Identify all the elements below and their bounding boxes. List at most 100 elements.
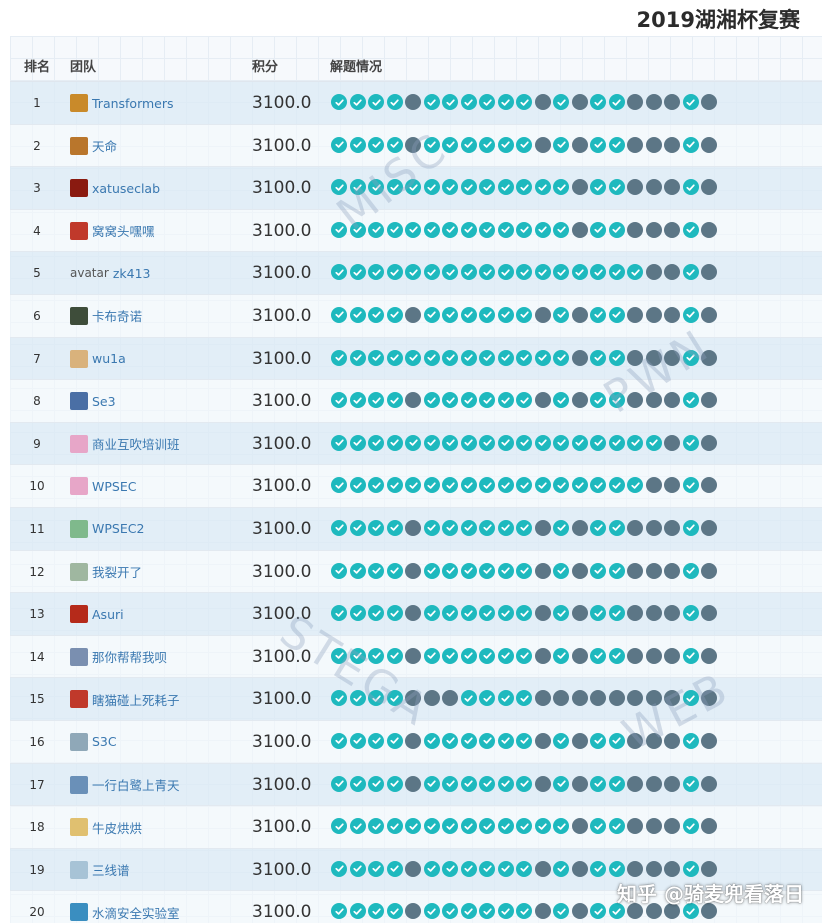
unsolved-dot-icon[interactable] (701, 818, 717, 835)
solved-check-icon[interactable] (349, 392, 366, 409)
solved-check-icon[interactable] (442, 349, 458, 366)
solved-check-icon[interactable] (386, 562, 403, 579)
unsolved-dot-icon[interactable] (645, 775, 662, 792)
team-name-link[interactable]: 牛皮烘烘 (92, 818, 142, 837)
solved-check-icon[interactable] (516, 647, 532, 664)
solved-check-icon[interactable] (516, 477, 532, 494)
solved-check-icon[interactable] (442, 775, 458, 792)
solved-check-icon[interactable] (608, 775, 625, 792)
unsolved-dot-icon[interactable] (645, 349, 662, 366)
solved-check-icon[interactable] (479, 519, 495, 536)
solved-check-icon[interactable] (442, 818, 458, 835)
unsolved-dot-icon[interactable] (534, 647, 551, 664)
solved-check-icon[interactable] (479, 562, 495, 579)
solved-check-icon[interactable] (349, 818, 366, 835)
team-name-link[interactable]: xatuseclab (92, 181, 160, 196)
unsolved-dot-icon[interactable] (571, 94, 588, 110)
unsolved-dot-icon[interactable] (664, 690, 680, 707)
solved-check-icon[interactable] (460, 264, 477, 281)
solved-check-icon[interactable] (590, 94, 606, 110)
solved-check-icon[interactable] (331, 732, 347, 749)
unsolved-dot-icon[interactable] (534, 605, 551, 622)
team-name-link[interactable]: 商业互吹培训班 (92, 434, 180, 453)
solved-check-icon[interactable] (386, 221, 403, 238)
unsolved-dot-icon[interactable] (701, 775, 717, 792)
team-name-link[interactable]: 三线谱 (92, 860, 130, 879)
solved-check-icon[interactable] (349, 179, 366, 196)
unsolved-dot-icon[interactable] (664, 732, 680, 749)
solved-check-icon[interactable] (553, 434, 569, 451)
solved-check-icon[interactable] (571, 434, 588, 451)
solved-check-icon[interactable] (590, 732, 606, 749)
unsolved-dot-icon[interactable] (405, 903, 421, 920)
solved-check-icon[interactable] (460, 775, 477, 792)
unsolved-dot-icon[interactable] (405, 136, 421, 153)
unsolved-dot-icon[interactable] (701, 690, 717, 707)
solved-check-icon[interactable] (682, 221, 699, 238)
solved-check-icon[interactable] (368, 903, 384, 920)
unsolved-dot-icon[interactable] (627, 221, 643, 238)
unsolved-dot-icon[interactable] (627, 306, 643, 323)
solved-check-icon[interactable] (534, 264, 551, 281)
solved-check-icon[interactable] (460, 519, 477, 536)
unsolved-dot-icon[interactable] (405, 690, 421, 707)
unsolved-dot-icon[interactable] (664, 306, 680, 323)
team-cell[interactable]: avatar zk413 (70, 252, 150, 294)
solved-check-icon[interactable] (405, 349, 421, 366)
team-name-link[interactable]: 瞎猫碰上死耗子 (92, 690, 180, 709)
solved-check-icon[interactable] (349, 136, 366, 153)
solved-check-icon[interactable] (497, 221, 514, 238)
solved-check-icon[interactable] (331, 519, 347, 536)
solved-check-icon[interactable] (516, 818, 532, 835)
solved-check-icon[interactable] (442, 264, 458, 281)
team-name-link[interactable]: 窝窝头嘿嘿 (92, 221, 155, 240)
solved-check-icon[interactable] (682, 179, 699, 196)
solved-check-icon[interactable] (405, 179, 421, 196)
unsolved-dot-icon[interactable] (664, 605, 680, 622)
solved-check-icon[interactable] (534, 221, 551, 238)
solved-check-icon[interactable] (497, 136, 514, 153)
team-name-link[interactable]: wu1a (92, 351, 126, 366)
solved-check-icon[interactable] (479, 732, 495, 749)
solved-check-icon[interactable] (553, 306, 569, 323)
solved-check-icon[interactable] (386, 264, 403, 281)
solved-check-icon[interactable] (460, 94, 477, 110)
solved-check-icon[interactable] (460, 647, 477, 664)
unsolved-dot-icon[interactable] (534, 136, 551, 153)
solved-check-icon[interactable] (497, 179, 514, 196)
solved-check-icon[interactable] (423, 903, 440, 920)
solved-check-icon[interactable] (349, 860, 366, 877)
solved-check-icon[interactable] (368, 605, 384, 622)
solved-check-icon[interactable] (516, 562, 532, 579)
solved-check-icon[interactable] (386, 690, 403, 707)
team-name-link[interactable]: Transformers (92, 96, 174, 111)
unsolved-dot-icon[interactable] (701, 477, 717, 494)
header-score[interactable]: 积分 (252, 56, 278, 75)
unsolved-dot-icon[interactable] (405, 775, 421, 792)
team-cell[interactable]: Asuri (70, 593, 124, 635)
solved-check-icon[interactable] (608, 392, 625, 409)
solved-check-icon[interactable] (331, 477, 347, 494)
solved-check-icon[interactable] (479, 306, 495, 323)
unsolved-dot-icon[interactable] (627, 647, 643, 664)
solved-check-icon[interactable] (460, 434, 477, 451)
solved-check-icon[interactable] (386, 136, 403, 153)
team-cell[interactable]: 水滴安全实验室 (70, 891, 180, 923)
solved-check-icon[interactable] (349, 775, 366, 792)
solved-check-icon[interactable] (349, 732, 366, 749)
solved-check-icon[interactable] (553, 903, 569, 920)
team-name-link[interactable]: Asuri (92, 607, 124, 622)
unsolved-dot-icon[interactable] (571, 349, 588, 366)
team-name-link[interactable]: 水滴安全实验室 (92, 903, 180, 922)
unsolved-dot-icon[interactable] (627, 179, 643, 196)
solved-check-icon[interactable] (479, 903, 495, 920)
solved-check-icon[interactable] (368, 94, 384, 110)
solved-check-icon[interactable] (682, 732, 699, 749)
solved-check-icon[interactable] (349, 519, 366, 536)
team-cell[interactable]: WPSEC (70, 465, 136, 507)
solved-check-icon[interactable] (460, 136, 477, 153)
solved-check-icon[interactable] (608, 647, 625, 664)
unsolved-dot-icon[interactable] (534, 732, 551, 749)
solved-check-icon[interactable] (442, 605, 458, 622)
solved-check-icon[interactable] (386, 732, 403, 749)
